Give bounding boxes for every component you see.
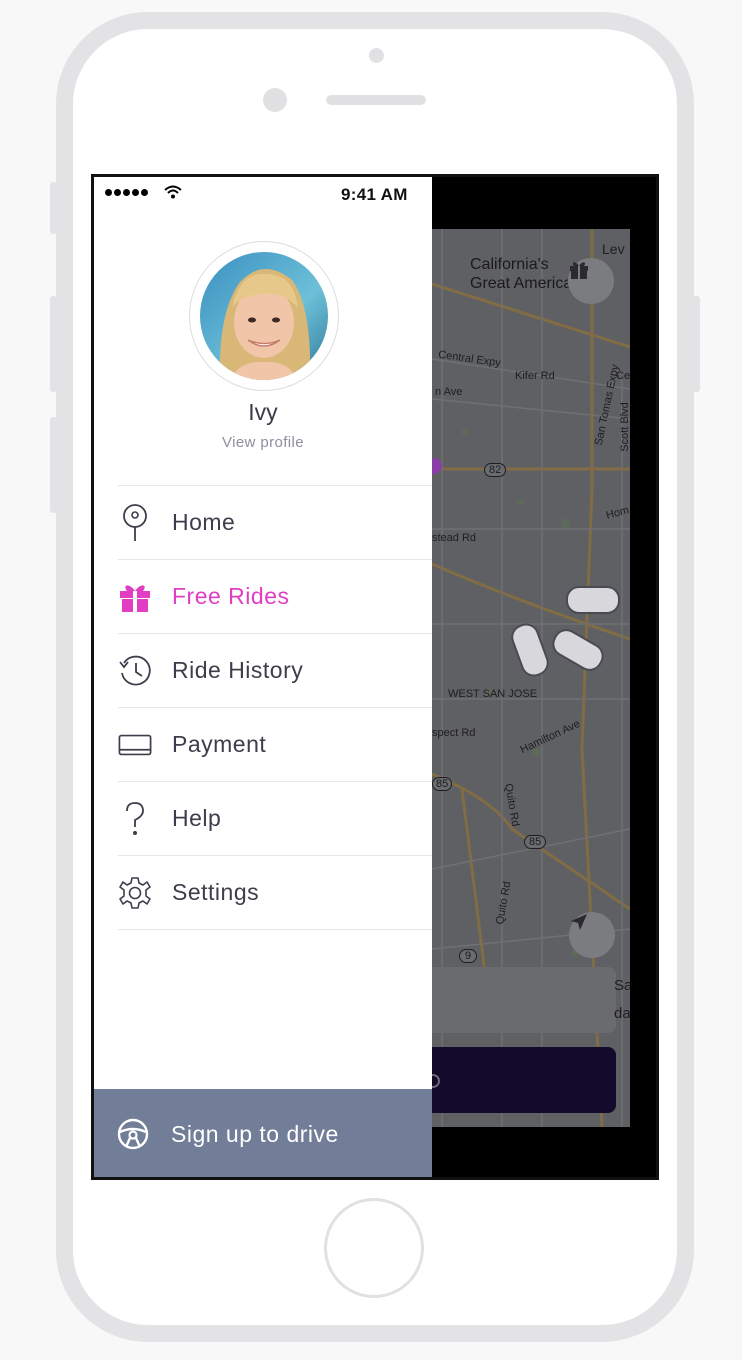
card-text-sa: Sa [614, 977, 630, 994]
menu-label-home: Home [172, 509, 236, 535]
home-pin-icon [123, 503, 147, 541]
drive-label: Sign up to drive [171, 1121, 339, 1147]
menu-label-free-rides: Free Rides [172, 583, 290, 609]
map-label-spect-rd: spect Rd [432, 727, 476, 739]
status-bar: 9:41 AM [94, 177, 432, 211]
recenter-location-button[interactable] [569, 912, 615, 958]
menu-label-settings: Settings [172, 879, 260, 905]
avatar[interactable] [189, 241, 339, 391]
map-label-kifer-rd: Kifer Rd [515, 370, 555, 382]
cellular-signal-icon [105, 189, 148, 196]
sign-up-to-drive-button[interactable]: Sign up to drive [94, 1089, 432, 1177]
route-82-shield: 82 [484, 463, 507, 477]
cta-glyph [432, 1074, 440, 1088]
drawer-menu: Home Free Rides Ride History Payment Hel… [118, 485, 432, 930]
steering-wheel-icon [117, 1118, 149, 1150]
history-icon [119, 655, 151, 685]
gear-icon [119, 876, 151, 909]
power-button [693, 296, 700, 392]
menu-item-ride-history[interactable]: Ride History [118, 633, 432, 707]
gift-icon [120, 584, 150, 612]
home-button[interactable] [324, 1198, 424, 1298]
view-profile-link[interactable]: View profile [94, 434, 432, 451]
profile-name: Ivy [248, 399, 278, 425]
destination-card[interactable]: Sa da [432, 967, 630, 1033]
gift-icon [570, 262, 588, 279]
wifi-icon [164, 185, 182, 199]
menu-label-ride-history: Ride History [172, 657, 304, 683]
menu-item-free-rides[interactable]: Free Rides [118, 559, 432, 633]
map-label-ce: Ce [616, 370, 630, 382]
question-icon [126, 801, 144, 835]
avatar-photo [200, 252, 328, 380]
menu-label-payment: Payment [172, 731, 267, 757]
status-time: 9:41 AM [341, 185, 408, 204]
map-gift-button[interactable] [568, 258, 614, 304]
volume-down-button [50, 417, 57, 513]
volume-up-button [50, 296, 57, 392]
mute-switch [50, 182, 57, 234]
route-85-shield-a: 85 [432, 777, 453, 791]
proximity-sensor [263, 88, 287, 112]
map-label-n-ave: n Ave [435, 386, 463, 398]
menu-item-settings[interactable]: Settings [118, 855, 432, 930]
route-9-shield: 9 [459, 949, 478, 963]
phone-screen: California's Great America Lev Central E… [91, 174, 659, 1180]
map-place-name: California's Great America [470, 256, 573, 292]
earpiece-speaker [326, 95, 426, 105]
map-label-west-san-jose: WEST SAN JOSE [448, 688, 538, 700]
payment-card-icon [118, 734, 152, 755]
map-label-lev: Lev [602, 241, 625, 257]
menu-item-help[interactable]: Help [118, 781, 432, 855]
menu-item-payment[interactable]: Payment [118, 707, 432, 781]
route-85-shield-b: 85 [524, 835, 547, 849]
card-text-da: da [614, 1005, 630, 1022]
side-menu-drawer: 9:41 AM Ivy View profile Home Free Rides… [94, 177, 432, 1177]
map-label-scott-blvd: Scott Blvd [618, 402, 630, 452]
map-view[interactable]: California's Great America Lev Central E… [432, 229, 630, 1127]
request-ride-button[interactable] [432, 1047, 616, 1113]
navigation-arrow-icon [571, 914, 587, 930]
menu-label-help: Help [172, 805, 222, 831]
map-label-stead-rd: stead Rd [432, 532, 477, 544]
front-camera [369, 48, 384, 63]
menu-item-home[interactable]: Home [118, 485, 432, 559]
